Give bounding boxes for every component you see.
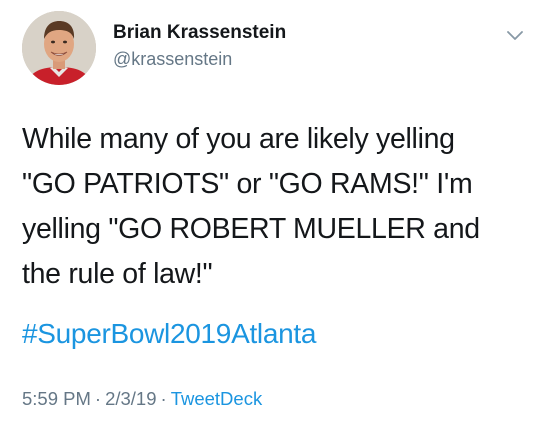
tweet-source-link[interactable]: TweetDeck <box>171 388 263 409</box>
tweet-meta: 5:59 PM · 2/3/19 · TweetDeck <box>22 388 262 410</box>
tweet-card: Brian Krassenstein @krassenstein While m… <box>0 0 540 424</box>
author-handle[interactable]: @krassenstein <box>113 49 232 70</box>
meta-separator: · <box>160 388 167 409</box>
hashtag-link[interactable]: #SuperBowl2019Atlanta <box>22 318 316 350</box>
tweet-text-line: yelling "GO ROBERT MUELLER and <box>22 213 480 245</box>
meta-separator: · <box>94 388 102 409</box>
tweet-text: While many of you are likely yelling "GO… <box>22 117 522 297</box>
author-name[interactable]: Brian Krassenstein <box>113 22 286 44</box>
avatar[interactable] <box>22 11 96 85</box>
chevron-down-icon[interactable] <box>504 24 526 46</box>
tweet-text-line: the rule of law!" <box>22 258 213 290</box>
tweet-text-line: "GO PATRIOTS" or "GO RAMS!" I'm <box>22 168 473 200</box>
tweet-date[interactable]: 2/3/19 <box>105 388 156 409</box>
tweet-time[interactable]: 5:59 PM <box>22 388 91 409</box>
tweet-text-line: While many of you are likely yelling <box>22 123 455 155</box>
avatar-photo <box>22 11 96 85</box>
